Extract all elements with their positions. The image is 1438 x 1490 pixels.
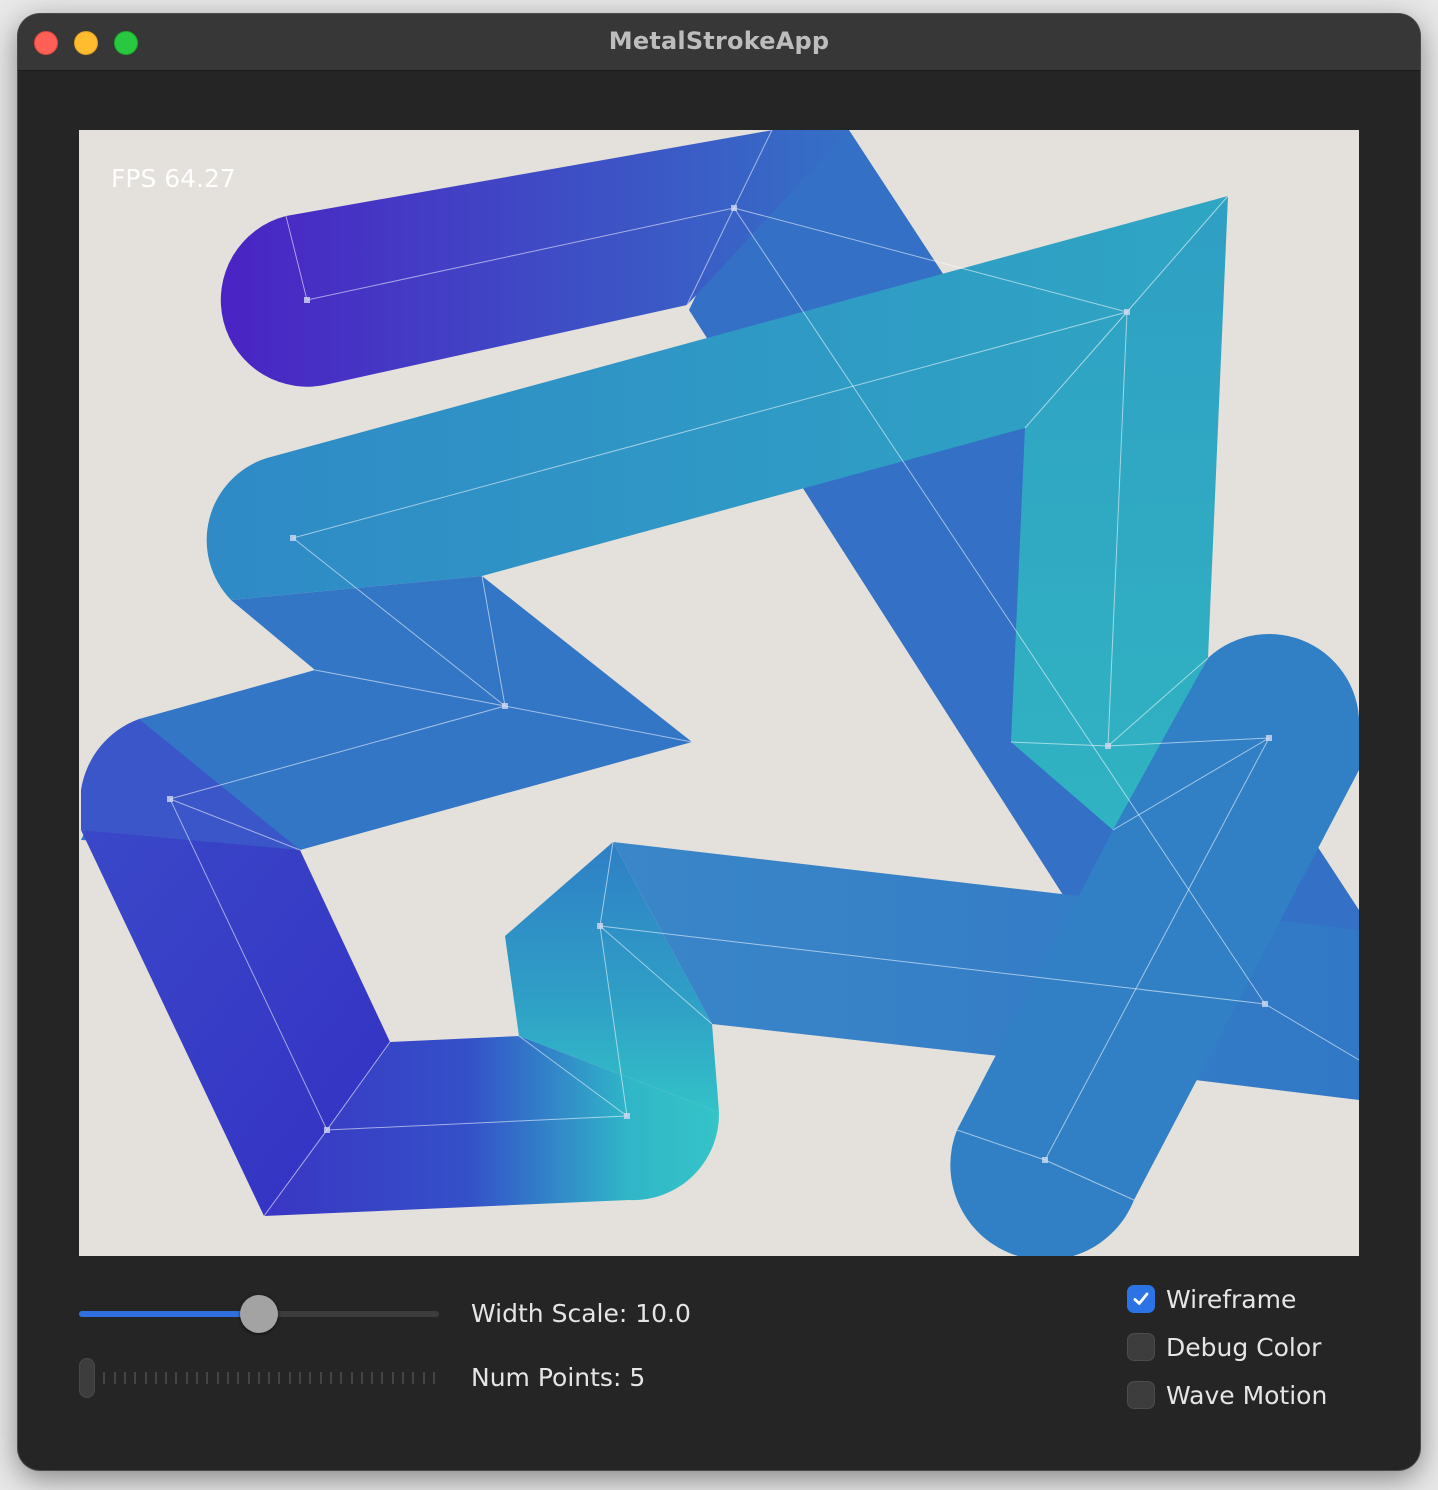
- slider-tick: [196, 1372, 198, 1384]
- slider-tick: [103, 1372, 105, 1384]
- slider-tick: [268, 1372, 270, 1384]
- slider-tick: [145, 1372, 147, 1384]
- slider-knob[interactable]: [240, 1295, 278, 1333]
- metal-render-view[interactable]: FPS 64.27: [79, 130, 1359, 1256]
- wireframe-checkbox[interactable]: [1127, 1285, 1155, 1313]
- checkmark-icon: [1133, 1292, 1149, 1305]
- fps-counter: FPS 64.27: [111, 164, 236, 193]
- wave-motion-label: Wave Motion: [1166, 1380, 1328, 1410]
- stroke-render: [81, 130, 1359, 1256]
- slider-tick: [206, 1372, 208, 1384]
- slider-tick: [320, 1372, 322, 1384]
- slider-tick: [114, 1372, 116, 1384]
- slider-tick: [258, 1372, 260, 1384]
- slider-tick: [371, 1372, 373, 1384]
- slider-fill: [79, 1311, 259, 1317]
- debug-color-checkbox[interactable]: [1127, 1333, 1155, 1361]
- slider-ticks: [93, 1372, 439, 1384]
- slider-tick: [309, 1372, 311, 1384]
- slider-tick: [402, 1372, 404, 1384]
- slider-tick: [227, 1372, 229, 1384]
- slider-tick: [134, 1372, 136, 1384]
- slider-tick: [278, 1372, 280, 1384]
- slider-tick: [433, 1372, 435, 1384]
- slider-tick: [186, 1372, 188, 1384]
- num-points-slider[interactable]: [79, 1358, 439, 1398]
- slider-tick: [423, 1372, 425, 1384]
- slider-tick: [217, 1372, 219, 1384]
- slider-tick: [155, 1372, 157, 1384]
- width-scale-label: Width Scale: 10.0: [471, 1299, 691, 1328]
- slider-tick: [340, 1372, 342, 1384]
- slider-tick: [165, 1372, 167, 1384]
- num-points-label: Num Points: 5: [471, 1363, 646, 1392]
- slider-tick: [299, 1372, 301, 1384]
- wireframe-toggle[interactable]: Wireframe: [1127, 1283, 1296, 1315]
- slider-tick: [361, 1372, 363, 1384]
- slider-tick: [248, 1372, 250, 1384]
- width-scale-slider[interactable]: [79, 1294, 439, 1334]
- title-bar: MetalStrokeApp: [18, 14, 1420, 71]
- wireframe-label: Wireframe: [1166, 1284, 1297, 1314]
- slider-tick: [381, 1372, 383, 1384]
- wave-motion-toggle[interactable]: Wave Motion: [1127, 1379, 1327, 1411]
- app-window: MetalStrokeApp FPS 64.27 Width Scale: 10…: [18, 14, 1420, 1470]
- slider-tick: [175, 1372, 177, 1384]
- debug-color-label: Debug Color: [1166, 1332, 1322, 1362]
- debug-color-toggle[interactable]: Debug Color: [1127, 1331, 1321, 1363]
- slider-tick: [289, 1372, 291, 1384]
- slider-tick: [351, 1372, 353, 1384]
- wave-motion-checkbox[interactable]: [1127, 1381, 1155, 1409]
- slider-tick: [124, 1372, 126, 1384]
- window-title: MetalStrokeApp: [608, 27, 830, 55]
- slider-tick: [330, 1372, 332, 1384]
- slider-tick: [392, 1372, 394, 1384]
- slider-knob[interactable]: [79, 1358, 95, 1398]
- slider-tick: [237, 1372, 239, 1384]
- slider-tick: [412, 1372, 414, 1384]
